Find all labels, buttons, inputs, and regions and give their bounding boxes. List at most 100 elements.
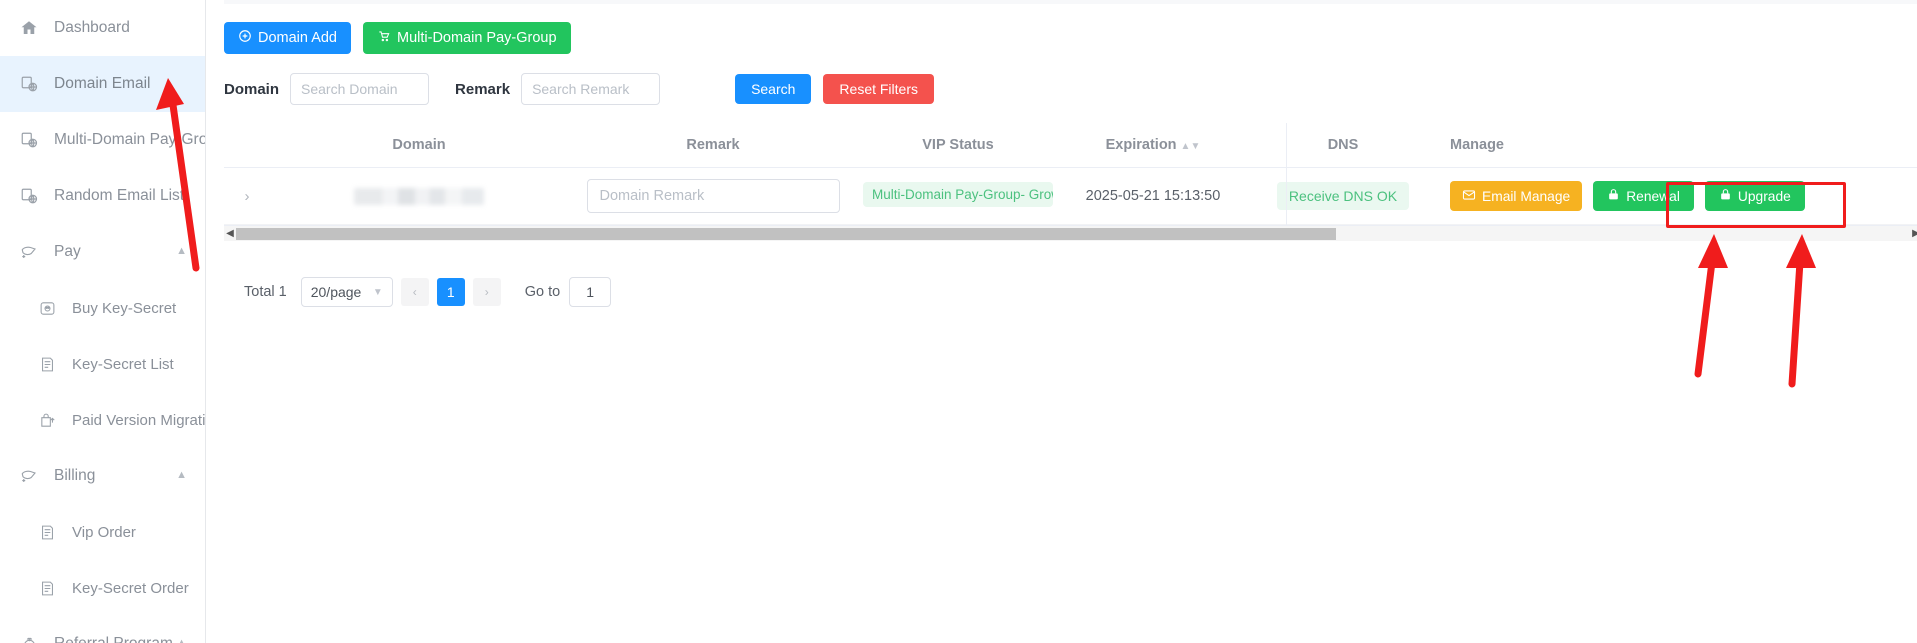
multi-domain-pay-group-label: Multi-Domain Pay-Group <box>397 30 557 46</box>
sidebar-item-label: Key-Secret List <box>72 355 174 373</box>
search-button[interactable]: Search <box>735 74 812 104</box>
sidebar-item-label: Paid Version Migration <box>72 411 205 429</box>
table-row: › Multi-Domain Pay-Group- Growth 2025-05… <box>224 168 1917 225</box>
domain-mail-icon <box>20 187 38 205</box>
lock-bag-icon <box>1607 188 1620 204</box>
row-manage-cell: Email Manage Renewal Upgrade <box>1438 181 1917 211</box>
email-manage-button[interactable]: Email Manage <box>1450 181 1583 211</box>
domain-mail-icon <box>20 131 38 149</box>
remark-filter-label: Remark <box>455 80 511 98</box>
sidebar-item-label: Domain Email <box>54 75 151 92</box>
row-domain-cell <box>270 187 568 205</box>
total-count-label: Total 1 <box>244 284 287 300</box>
upgrade-button[interactable]: Upgrade <box>1704 181 1805 211</box>
sidebar-item-vip-order[interactable]: Vip Order <box>0 504 205 560</box>
triangle-left-icon[interactable]: ◀ <box>224 228 236 239</box>
table-header-vip-status: VIP Status <box>922 137 994 153</box>
dns-status-badge: Receive DNS OK <box>1276 182 1410 210</box>
gift-icon <box>20 635 38 643</box>
renewal-button[interactable]: Renewal <box>1593 181 1694 211</box>
table-header-remark: Remark <box>686 137 740 153</box>
goto-label: Go to <box>524 284 561 300</box>
sort-arrows-icon[interactable]: ▲▼ <box>1181 142 1201 152</box>
multi-domain-pay-group-button[interactable]: Multi-Domain Pay-Group <box>363 22 571 54</box>
home-icon <box>20 19 38 37</box>
chevron-up-icon[interactable]: ▲ <box>176 637 187 643</box>
horizontal-scrollbar[interactable]: ◀ ▶ <box>224 225 1917 241</box>
table-header-dns: DNS <box>1327 137 1359 153</box>
filter-bar: Domain Remark Search Reset Filters <box>224 73 1917 105</box>
bag-up-icon <box>38 411 56 429</box>
lock-bag-icon <box>1719 188 1732 204</box>
chevron-down-icon: ▼ <box>372 286 383 298</box>
prev-page-button[interactable]: ‹ <box>400 278 429 306</box>
fixed-column-divider <box>1286 123 1287 231</box>
sidebar-item-key-secret-list[interactable]: Key-Secret List <box>0 336 205 392</box>
table-header-row: Domain Remark VIP Status Expiration ▲▼ DN… <box>224 123 1917 168</box>
plus-circle-icon <box>238 29 252 47</box>
row-dns-cell: Receive DNS OK <box>1248 182 1438 210</box>
reset-filters-label: Reset Filters <box>839 81 918 97</box>
main-content: Domain Add Multi-Domain Pay-Group Domain… <box>206 0 1917 643</box>
row-expiration-cell: 2025-05-21 15:13:50 <box>1085 188 1221 204</box>
row-expand-cell[interactable]: › <box>224 188 270 205</box>
vip-status-badge: Multi-Domain Pay-Group- Growth <box>863 181 1053 207</box>
manage-buttons-group: Email Manage Renewal Upgrade <box>1450 181 1917 211</box>
domain-add-label: Domain Add <box>258 30 337 46</box>
email-manage-label: Email Manage <box>1482 188 1571 204</box>
table-header-expiration[interactable]: Expiration ▲▼ <box>1058 137 1248 153</box>
cart-icon <box>377 29 391 47</box>
sidebar-item-paid-version-migration[interactable]: Paid Version Migration <box>0 392 205 448</box>
sidebar-item-multi-domain-pay-group[interactable]: Multi-Domain Pay-Group <box>0 112 205 168</box>
page-size-select[interactable]: 20/page ▼ <box>300 277 393 307</box>
sidebar-item-label: Buy Key-Secret <box>72 299 177 317</box>
redacted-domain-value <box>354 187 484 205</box>
action-toolbar: Domain Add Multi-Domain Pay-Group <box>224 4 1917 54</box>
sidebar-item-referral-program[interactable]: Referral Program ▲ <box>0 616 205 643</box>
sidebar-item-key-secret-order[interactable]: Key-Secret Order <box>0 560 205 616</box>
wallet-icon <box>38 299 56 317</box>
sidebar: Dashboard Domain Email Multi-Domain Pay-… <box>0 0 206 643</box>
renewal-label: Renewal <box>1626 188 1680 204</box>
chevron-up-icon[interactable]: ▲ <box>176 245 187 257</box>
list-doc-icon <box>38 355 56 373</box>
upgrade-label: Upgrade <box>1737 188 1791 204</box>
sidebar-item-label: Billing <box>54 467 96 484</box>
chevron-right-icon: › <box>484 285 489 299</box>
page-size-value: 20/page <box>310 284 362 300</box>
goto-page-input[interactable] <box>569 277 612 307</box>
sidebar-item-random-email-list[interactable]: Random Email List <box>0 168 205 224</box>
envelope-icon <box>1462 188 1476 205</box>
sidebar-item-billing[interactable]: Billing ▲ <box>0 448 205 504</box>
domain-remark-input[interactable] <box>586 179 840 213</box>
sidebar-item-buy-key-secret[interactable]: Buy Key-Secret <box>0 280 205 336</box>
sidebar-item-label: Dashboard <box>54 19 130 36</box>
domain-mail-icon <box>20 75 38 93</box>
domain-add-button[interactable]: Domain Add <box>224 22 351 54</box>
scrollbar-thumb[interactable] <box>236 227 1336 240</box>
page-number-1[interactable]: 1 <box>436 278 465 306</box>
sidebar-item-pay[interactable]: Pay ▲ <box>0 224 205 280</box>
pay-icon <box>20 467 38 485</box>
table-header-expiration-label: Expiration <box>1105 137 1177 153</box>
triangle-right-icon[interactable]: ▶ <box>1910 228 1917 239</box>
sidebar-item-label: Vip Order <box>72 523 136 541</box>
chevron-right-icon[interactable]: › <box>245 188 250 205</box>
sidebar-item-label: Random Email List <box>54 187 185 204</box>
chevron-left-icon: ‹ <box>412 285 417 299</box>
sidebar-item-label: Multi-Domain Pay-Group <box>54 131 205 148</box>
scrollbar-track[interactable] <box>236 227 1910 241</box>
sidebar-item-domain-email[interactable]: Domain Email <box>0 56 205 112</box>
next-page-button[interactable]: › <box>472 278 501 306</box>
table-header-manage: Manage <box>1450 137 1504 153</box>
search-domain-input[interactable] <box>290 73 430 105</box>
sidebar-item-dashboard[interactable]: Dashboard <box>0 0 205 56</box>
sidebar-item-label: Key-Secret Order <box>72 579 189 597</box>
domain-filter-label: Domain <box>224 80 280 98</box>
chevron-up-icon[interactable]: ▲ <box>176 469 187 481</box>
reset-filters-button[interactable]: Reset Filters <box>823 74 934 104</box>
sidebar-item-label: Pay <box>54 243 81 260</box>
search-remark-input[interactable] <box>521 73 661 105</box>
row-vip-status-cell: Multi-Domain Pay-Group- Growth <box>858 181 1058 211</box>
domain-table: Domain Remark VIP Status Expiration ▲▼ DN… <box>224 123 1917 241</box>
